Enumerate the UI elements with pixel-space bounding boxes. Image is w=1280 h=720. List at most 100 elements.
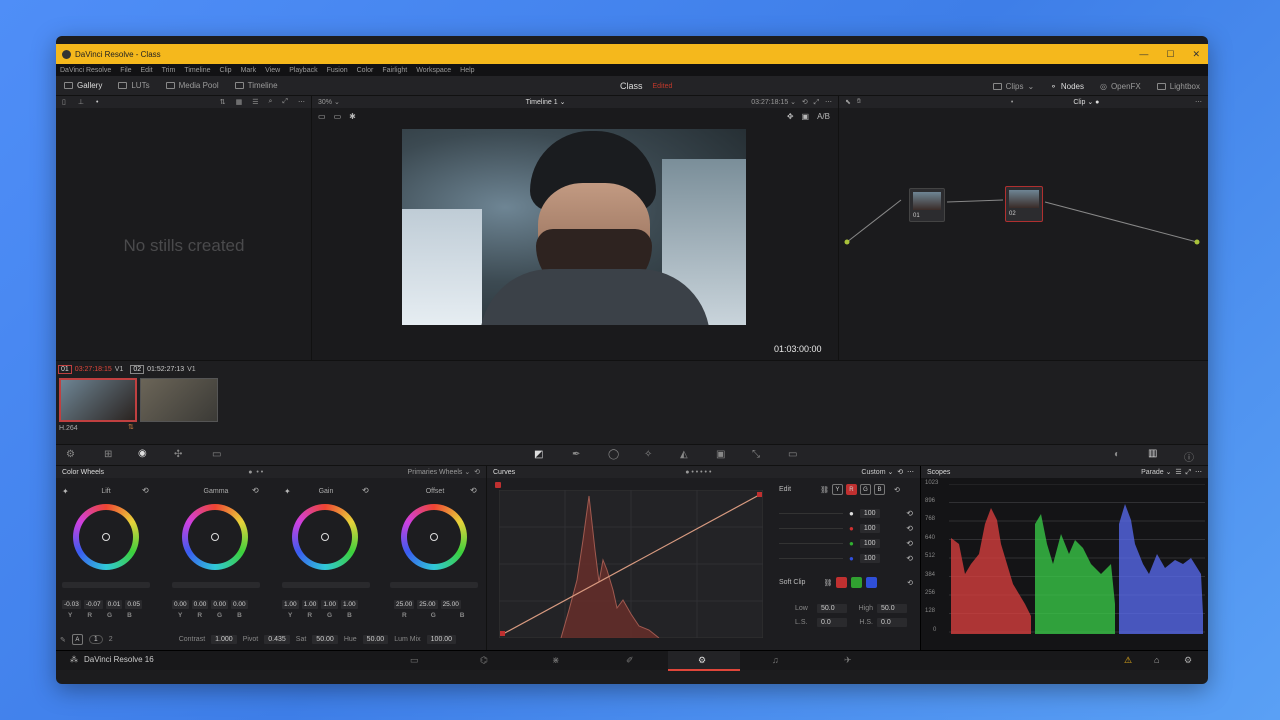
soft-clip-reset-icon[interactable]: ⟲ [907,579,913,587]
gain-g-value[interactable]: 1.00 [321,600,338,609]
luts-button[interactable]: LUTs [110,76,157,96]
lift-reset-icon[interactable]: ⟲ [142,486,149,495]
intensity-r-reset-icon[interactable]: ⟲ [906,524,913,533]
soft-clip-r-toggle[interactable] [836,577,848,588]
gain-wheel[interactable] [292,504,358,570]
lift-g-value[interactable]: 0.01 [105,600,123,609]
intensity-y-value[interactable]: 100 [859,509,880,518]
offset-master-slider[interactable] [390,582,478,588]
motion-effects-icon[interactable]: ▭ [212,449,221,460]
gain-r-value[interactable]: 1.00 [301,600,319,609]
menu-fairlight[interactable]: Fairlight [382,67,407,74]
channel-y-toggle[interactable]: Y [831,484,843,495]
expand-icon[interactable]: ⤢ [282,98,288,106]
lightbox-button[interactable]: Lightbox [1149,76,1208,96]
menu-trim[interactable]: Trim [162,67,176,74]
key-icon[interactable]: ▣ [716,449,725,460]
lift-y-value[interactable]: -0.03 [62,600,81,609]
wheels-mode-select[interactable]: Primaries Wheels ⌄ ⟲ [408,468,480,476]
menu-clip[interactable]: Clip [220,67,232,74]
edit-reset-icon[interactable]: ⟲ [894,486,900,494]
gain-y-value[interactable]: 1.00 [282,600,299,609]
scopes-tab-icon[interactable]: ▥ [1148,448,1157,459]
menu-color[interactable]: Color [357,67,374,74]
lift-r-value[interactable]: -0.07 [83,600,103,609]
offset-wheel-handle[interactable] [430,533,438,541]
page-1-button[interactable]: 1 [88,635,103,644]
curve-point-white[interactable] [757,492,762,497]
intensity-b-reset-icon[interactable]: ⟲ [906,554,913,563]
zoom-select[interactable]: 30% ⌄ [318,98,340,106]
media-page-icon[interactable]: ▭ [410,655,419,666]
channel-b-toggle[interactable]: B [873,484,885,495]
gallery-view-icon[interactable]: ▯ [62,98,66,106]
gain-picker-icon[interactable]: ✦ [284,487,291,496]
list-view-icon[interactable]: ☰ [252,98,258,106]
camera-raw-icon[interactable]: ⚙ [66,449,75,460]
gallery-button[interactable]: Gallery [56,76,110,96]
color-wheels-tab-icon[interactable]: ◉ [138,448,147,459]
sort-icon[interactable]: ⇅ [220,98,226,106]
gamma-b-value[interactable]: 0.00 [230,600,248,609]
scopes-mode-select[interactable]: Parade ⌄ ☰ ⤢ ⋯ [1141,468,1202,477]
sizing-icon[interactable]: ⤡ [752,449,760,460]
warning-icon[interactable]: ⚠ [1124,655,1132,666]
info-toggle-icon[interactable]: ◐ [1114,449,1120,460]
media-pool-button[interactable]: Media Pool [158,76,227,96]
timeline-select[interactable]: Timeline 1 ⌄ [526,98,566,106]
gain-master-slider[interactable] [282,582,370,588]
edit-page-icon[interactable]: ⋇ [552,655,560,666]
menu-fusion[interactable]: Fusion [327,67,348,74]
window-icon[interactable]: ◯ [608,449,619,460]
offset-wheel[interactable] [401,504,467,570]
clips-button[interactable]: Clips ⌄ [985,76,1042,96]
magic-wand-icon[interactable]: ✱ [349,112,356,121]
auto-balance-icon[interactable]: ✎ [60,636,66,644]
high-value[interactable]: 50.0 [877,604,907,613]
menu-mark[interactable]: Mark [241,67,257,74]
gamma-g-value[interactable]: 0.00 [211,600,228,609]
curves-page-dots[interactable]: ● • • • • • [685,469,711,476]
node-02[interactable]: 02 [1005,186,1043,222]
ls-value[interactable]: 0.0 [817,618,847,627]
hs-value[interactable]: 0.0 [877,618,907,627]
node-mode-select[interactable]: Clip ⌄ ● [1073,98,1099,106]
gain-reset-icon[interactable]: ⟲ [362,486,369,495]
maximize-button[interactable]: ☐ [1166,49,1174,60]
close-button[interactable]: ✕ [1192,49,1200,60]
home-icon[interactable]: ⌂ [1154,655,1159,665]
3d-icon[interactable]: ▭ [788,449,797,460]
intensity-b-value[interactable]: 100 [859,554,880,563]
curve-point-black[interactable] [500,631,505,636]
viewer-mode-icon[interactable]: ▭ [318,112,326,121]
camera-icon[interactable]: ▣ [802,112,810,121]
rgb-mixer-icon[interactable]: ✣ [174,449,182,460]
openfx-button[interactable]: ◎ OpenFX [1092,76,1149,96]
pivot-value[interactable]: 0.435 [264,635,290,644]
gamma-wheel-handle[interactable] [211,533,219,541]
menu-playback[interactable]: Playback [289,67,317,74]
search-icon[interactable]: ⌕ [268,98,272,106]
grid-view-icon[interactable]: ▦ [236,98,243,106]
more-options-icon[interactable]: ⋯ [298,98,305,106]
offset-g-value[interactable]: 25.00 [417,600,438,609]
qualifier-icon[interactable]: ✒ [572,449,580,460]
lift-wheel-handle[interactable] [102,533,110,541]
link-icon[interactable]: ⛓ [820,486,829,494]
gamma-master-slider[interactable] [172,582,260,588]
node-more-icon[interactable]: ⋯ [1195,98,1202,106]
curves-graph[interactable] [499,490,763,638]
channel-g-toggle[interactable]: G [859,484,871,495]
offset-b-value[interactable]: 25.00 [440,600,461,609]
soft-clip-link-icon[interactable]: ⛓ [823,579,832,587]
menu-view[interactable]: View [265,67,280,74]
node-01[interactable]: 01 [909,188,945,222]
intensity-y-reset-icon[interactable]: ⟲ [906,509,913,518]
offset-reset-icon[interactable]: ⟲ [470,486,477,495]
curve-record-icon[interactable] [495,482,501,488]
tracker-icon[interactable]: ✧ [644,449,652,460]
menu-file[interactable]: File [120,67,131,74]
timecode-top-select[interactable]: 03:27:18:15 ⌄ ⟲ ⤢ ⋯ [751,98,832,107]
hue-value[interactable]: 50.00 [362,635,389,644]
wheels-page-dots[interactable]: ● • • [248,469,263,476]
